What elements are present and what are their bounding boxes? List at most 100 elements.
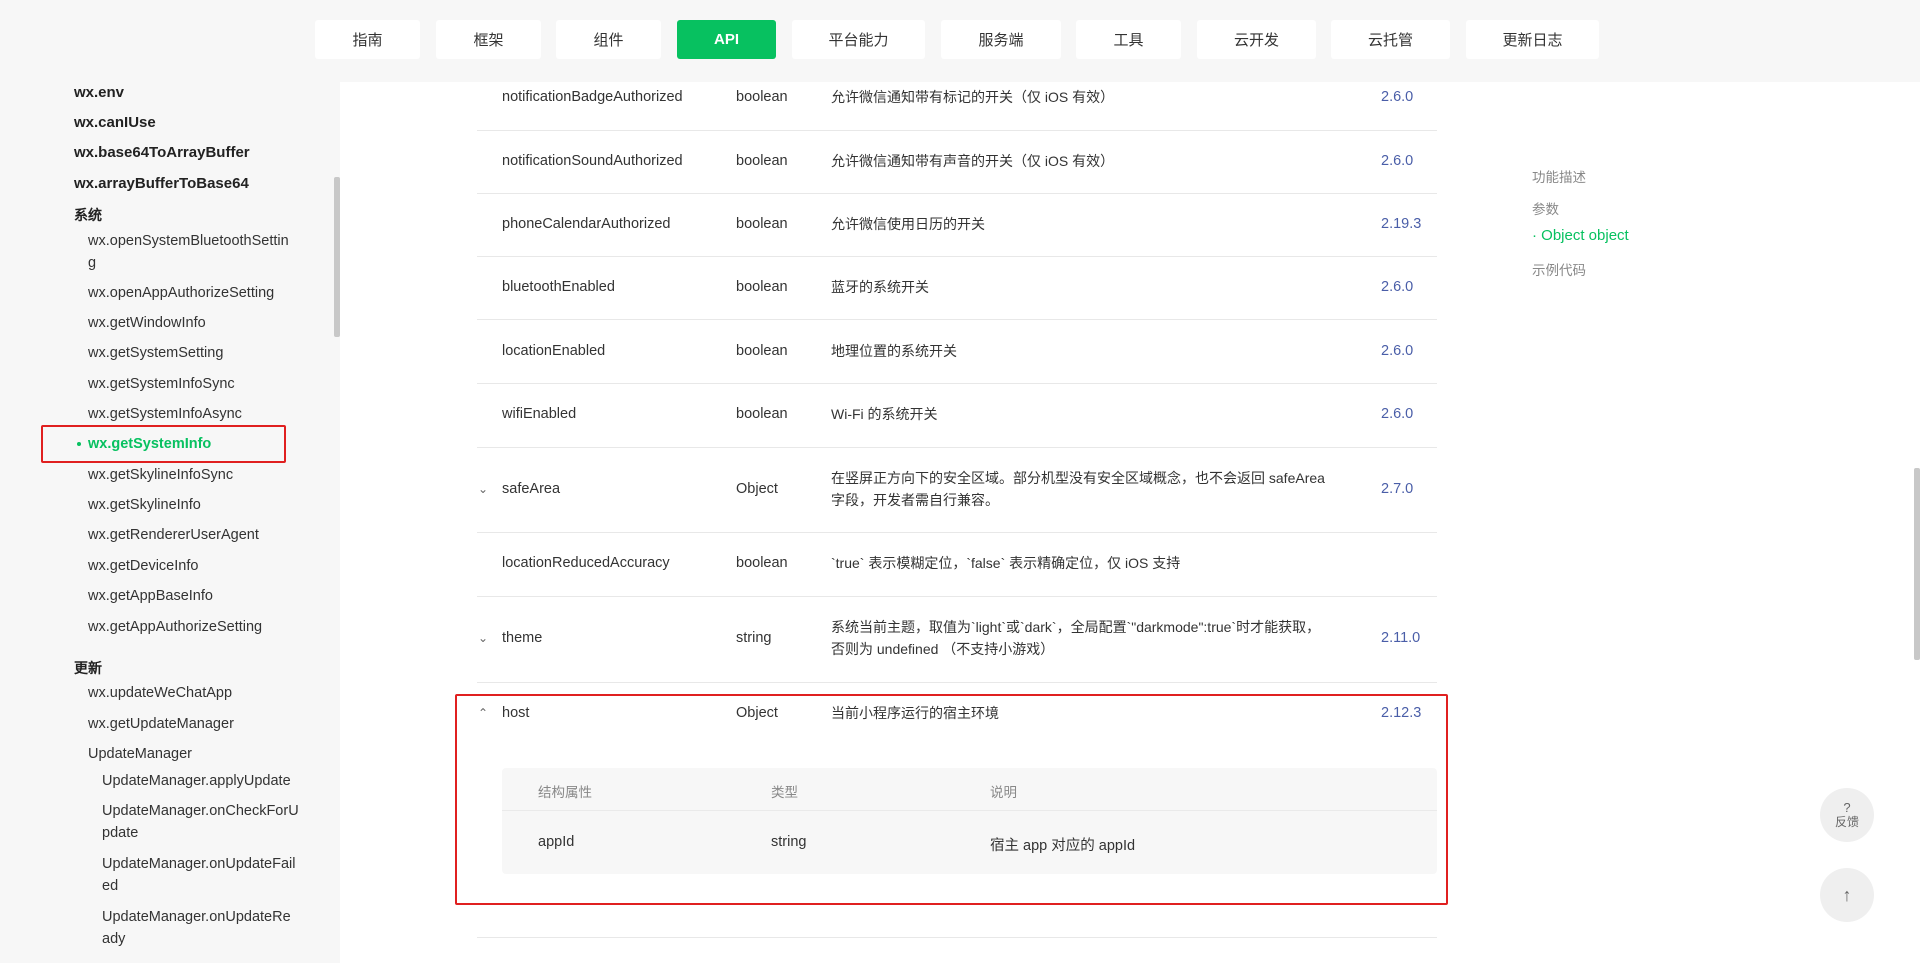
sidebar-item-on-update-ready-wrap[interactable]: ady	[102, 928, 125, 950]
param-name: notificationSoundAuthorized	[502, 153, 683, 169]
sidebar-item-get-renderer-user-agent[interactable]: wx.getRendererUserAgent	[88, 524, 259, 546]
chevron-down-icon[interactable]: ⌄	[475, 630, 491, 646]
sidebar-item-get-system-info[interactable]: wx.getSystemInfo	[88, 433, 211, 455]
tab-framework[interactable]: 框架	[436, 20, 541, 59]
param-name: bluetoothEnabled	[502, 279, 615, 295]
sub-header-desc: 说明	[990, 785, 1017, 800]
tab-server[interactable]: 服务端	[941, 20, 1061, 59]
sidebar-item-on-update-failed-wrap[interactable]: ed	[102, 875, 118, 897]
tab-platform[interactable]: 平台能力	[792, 20, 925, 59]
row-divider	[477, 447, 1437, 448]
param-type: Object	[736, 705, 778, 721]
param-desc-continued: 否则为 undefined （不支持小游戏）	[831, 641, 1055, 657]
tab-cloud-dev[interactable]: 云开发	[1197, 20, 1316, 59]
param-desc: 地理位置的系统开关	[831, 343, 957, 359]
row-divider	[477, 256, 1437, 257]
sidebar-item-update-wechat-app[interactable]: wx.updateWeChatApp	[88, 682, 232, 704]
sidebar-item-get-device-info[interactable]: wx.getDeviceInfo	[88, 555, 198, 577]
sidebar-item-wx-env[interactable]: wx.env	[74, 82, 124, 104]
sidebar-category-update: 更新	[74, 660, 102, 676]
sidebar-item-update-manager[interactable]: UpdateManager	[88, 743, 192, 765]
sidebar-item-on-update-ready[interactable]: UpdateManager.onUpdateRe	[102, 906, 291, 928]
top-nav: 指南 框架 组件 API 平台能力 服务端 工具 云开发 云托管 更新日志	[0, 0, 1920, 82]
sidebar-item-get-system-setting[interactable]: wx.getSystemSetting	[88, 342, 223, 364]
sub-cell-name: appId	[538, 834, 575, 850]
sidebar-item-apply-update[interactable]: UpdateManager.applyUpdate	[102, 770, 291, 792]
param-desc: `true` 表示模糊定位，`false` 表示精确定位，仅 iOS 支持	[831, 555, 1181, 571]
toc-item-description[interactable]: 功能描述	[1532, 166, 1586, 186]
sidebar-item-get-skyline-info[interactable]: wx.getSkylineInfo	[88, 494, 201, 516]
sidebar-item-on-check-for-update[interactable]: UpdateManager.onCheckForU	[102, 800, 299, 822]
sidebar-item-on-check-for-update-wrap[interactable]: pdate	[102, 822, 138, 844]
sidebar-item-get-skyline-info-sync[interactable]: wx.getSkylineInfoSync	[88, 464, 233, 486]
back-to-top-button[interactable]: ↑	[1820, 868, 1874, 922]
param-version: 2.6.0	[1381, 153, 1414, 169]
param-desc-continued: 字段，开发者需自行兼容。	[831, 492, 999, 508]
chevron-up-icon[interactable]: ⌃	[475, 705, 491, 721]
tab-guide[interactable]: 指南	[315, 20, 420, 59]
param-type: boolean	[736, 89, 788, 105]
param-type: boolean	[736, 555, 788, 571]
param-version: 2.11.0	[1381, 630, 1421, 646]
row-divider	[477, 383, 1437, 384]
tab-changelog[interactable]: 更新日志	[1466, 20, 1599, 59]
param-desc: 允许微信通知带有标记的开关（仅 iOS 有效）	[831, 89, 1115, 105]
param-type: boolean	[736, 279, 788, 295]
sub-header-type: 类型	[771, 785, 798, 800]
row-divider	[477, 193, 1437, 194]
param-type: boolean	[736, 216, 788, 232]
param-type: Object	[736, 481, 778, 497]
sidebar-scrollbar[interactable]	[334, 177, 340, 337]
sub-header-attribute: 结构属性	[538, 785, 592, 800]
toc-item-example[interactable]: 示例代码	[1532, 259, 1586, 279]
param-version: 2.6.0	[1381, 406, 1414, 422]
param-desc: 当前小程序运行的宿主环境	[831, 705, 999, 721]
param-name: locationReducedAccuracy	[502, 555, 670, 571]
sidebar-item-arraybuffer-to-base64[interactable]: wx.arrayBufferToBase64	[74, 173, 249, 195]
page-scrollbar[interactable]	[1914, 468, 1920, 660]
sub-cell-desc: 宿主 app 对应的 appId	[990, 838, 1136, 854]
sidebar-item-get-window-info[interactable]: wx.getWindowInfo	[88, 312, 206, 334]
sidebar-item-base64-to-arraybuffer[interactable]: wx.base64ToArrayBuffer	[74, 142, 250, 164]
sidebar-item-get-update-manager[interactable]: wx.getUpdateManager	[88, 713, 234, 735]
param-version: 2.19.3	[1381, 216, 1422, 232]
feedback-button[interactable]: ? 反馈	[1820, 788, 1874, 842]
feedback-label: 反馈	[1834, 815, 1859, 829]
param-name: safeArea	[502, 481, 561, 497]
param-desc: 允许微信通知带有声音的开关（仅 iOS 有效）	[831, 153, 1115, 169]
param-desc: 允许微信使用日历的开关	[831, 216, 985, 232]
param-version: 2.7.0	[1381, 481, 1414, 497]
tab-tools[interactable]: 工具	[1076, 20, 1181, 59]
sidebar-item-on-update-failed[interactable]: UpdateManager.onUpdateFail	[102, 853, 295, 875]
row-divider	[477, 937, 1437, 938]
sidebar-item-open-app-authorize-setting[interactable]: wx.openAppAuthorizeSetting	[88, 282, 274, 304]
tab-components[interactable]: 组件	[556, 20, 661, 59]
param-desc: Wi-Fi 的系统开关	[831, 406, 938, 422]
param-version: 2.6.0	[1381, 89, 1414, 105]
sidebar-item-open-system-bluetooth-setting[interactable]: wx.openSystemBluetoothSettin	[88, 230, 289, 252]
sidebar-item-get-app-base-info[interactable]: wx.getAppBaseInfo	[88, 585, 213, 607]
sidebar-item-get-system-info-sync[interactable]: wx.getSystemInfoSync	[88, 373, 235, 395]
sub-table-divider	[502, 810, 1437, 811]
param-desc: 在竖屏正方向下的安全区域。部分机型没有安全区域概念，也不会返回 safeArea	[831, 470, 1325, 486]
sidebar-item-get-app-authorize-setting[interactable]: wx.getAppAuthorizeSetting	[88, 616, 262, 638]
toc-item-object[interactable]: · Object object	[1532, 227, 1629, 244]
tab-cloud-hosting[interactable]: 云托管	[1331, 20, 1450, 59]
row-divider	[477, 130, 1437, 131]
sidebar-item-open-system-bluetooth-setting-wrap[interactable]: g	[88, 252, 96, 274]
toc-item-params[interactable]: 参数	[1532, 198, 1559, 218]
question-icon: ?	[1843, 800, 1851, 815]
param-version: 2.6.0	[1381, 279, 1414, 295]
param-name: phoneCalendarAuthorized	[502, 216, 671, 232]
tab-api[interactable]: API	[677, 20, 776, 59]
param-type: string	[736, 630, 772, 646]
row-divider	[477, 596, 1437, 597]
sidebar-item-get-system-info-async[interactable]: wx.getSystemInfoAsync	[88, 403, 242, 425]
row-divider	[477, 682, 1437, 683]
sidebar-item-wx-caniuse[interactable]: wx.canIUse	[74, 112, 156, 134]
chevron-down-icon[interactable]: ⌄	[475, 481, 491, 497]
param-type: boolean	[736, 153, 788, 169]
param-desc: 系统当前主题，取值为`light`或`dark`，全局配置`"darkmode"…	[831, 619, 1321, 635]
param-type: boolean	[736, 343, 788, 359]
row-divider	[477, 532, 1437, 533]
